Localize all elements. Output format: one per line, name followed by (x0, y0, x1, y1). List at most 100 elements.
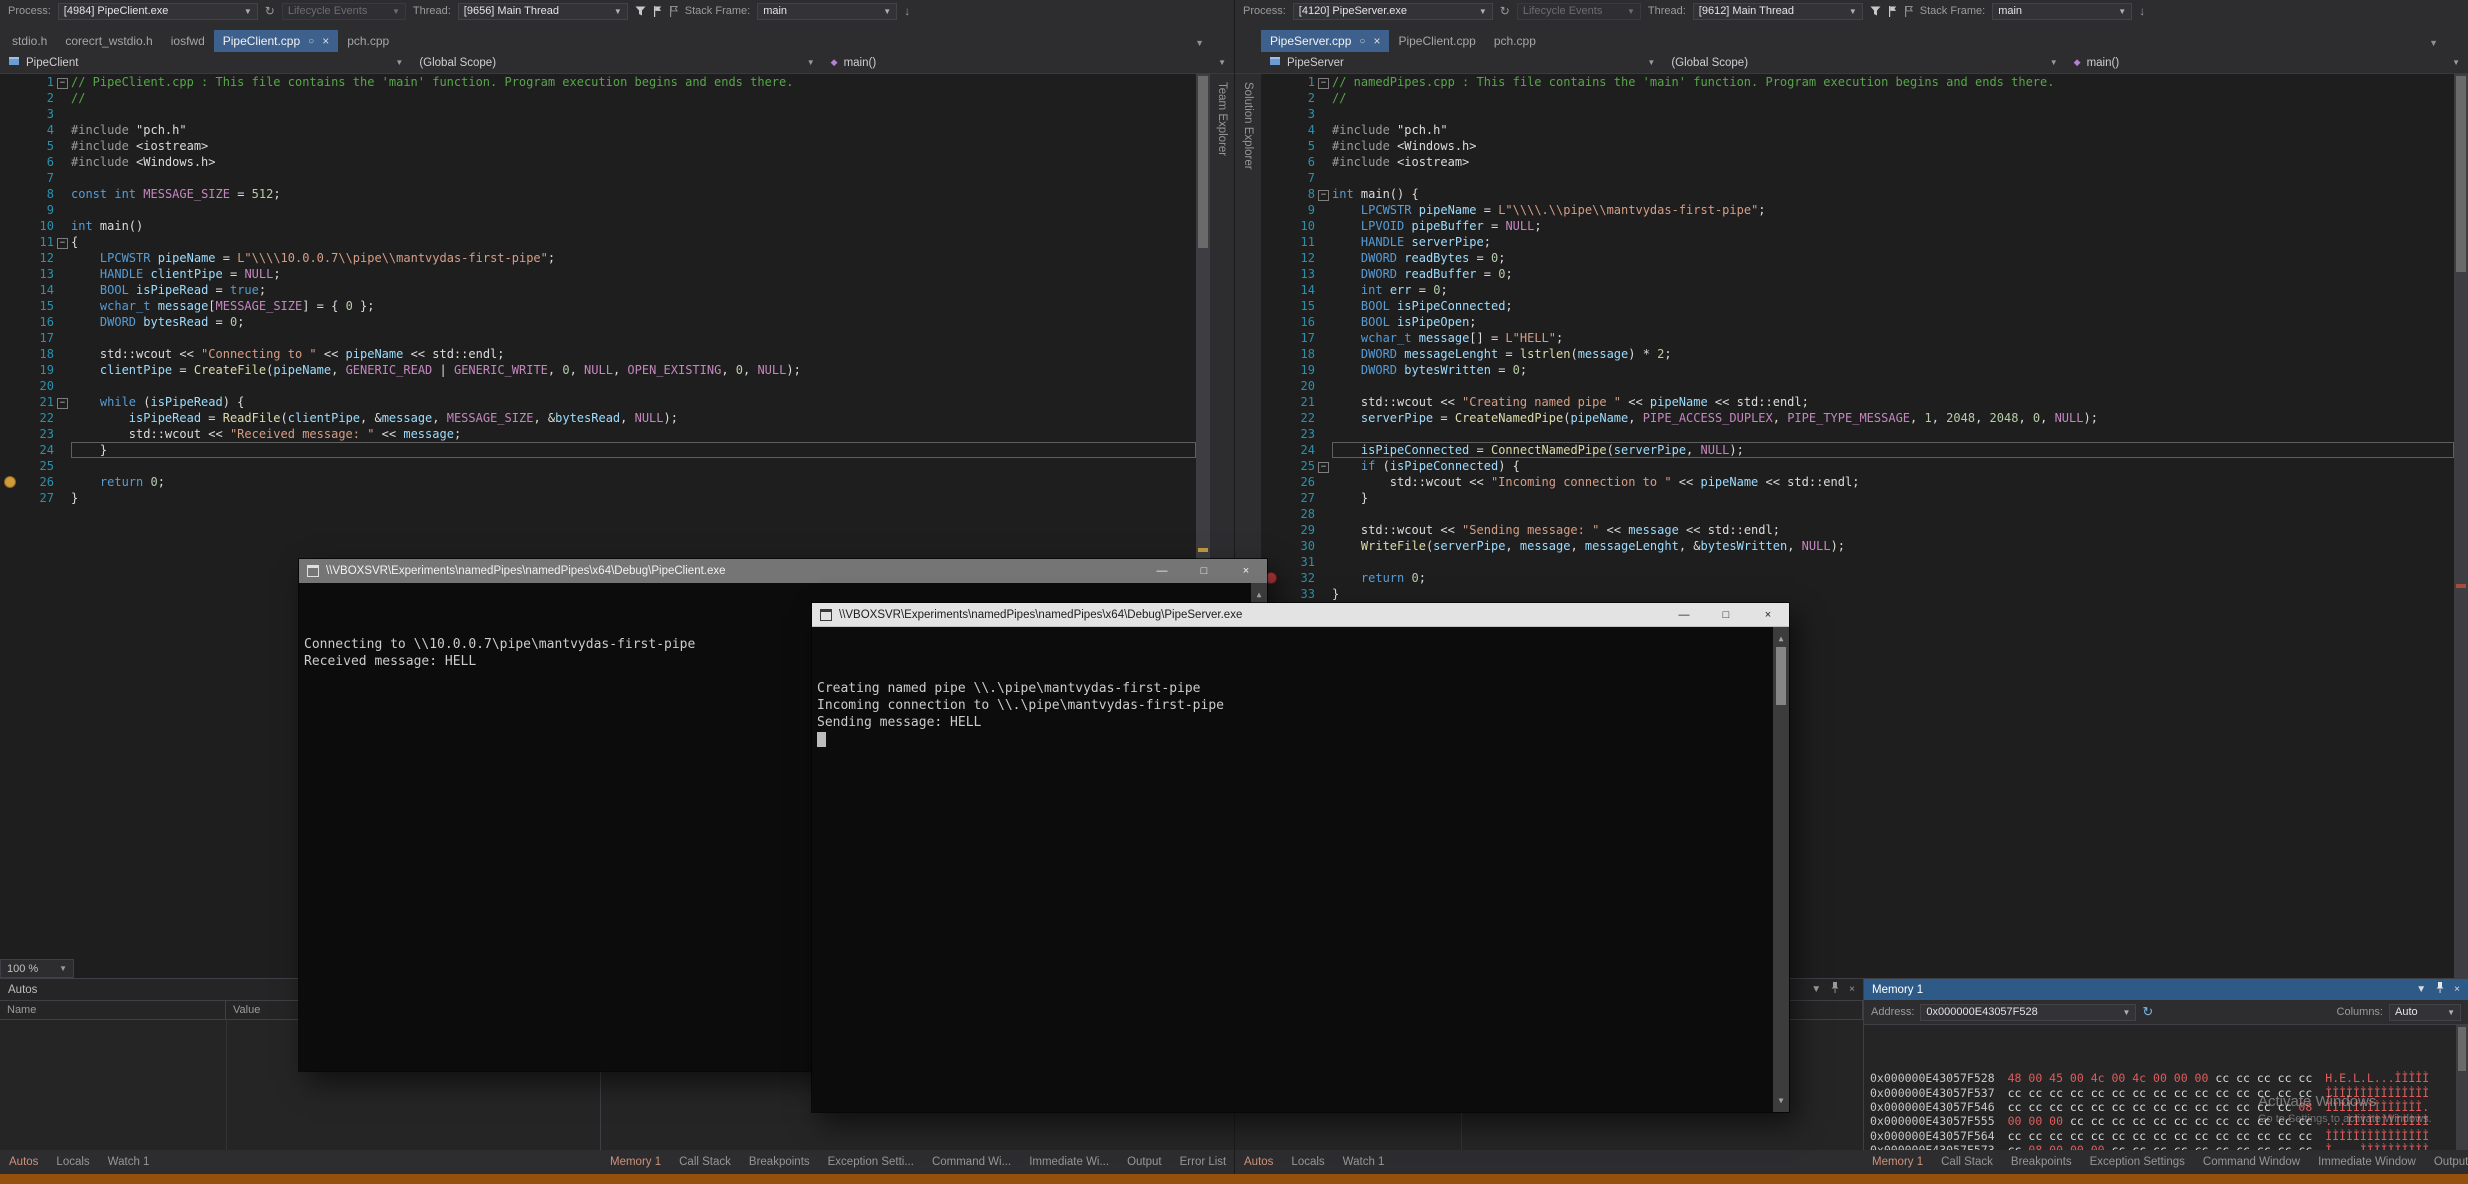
code-line[interactable]: 15 BOOL isPipeConnected; (1261, 298, 2454, 314)
panel-tab[interactable]: Autos (1235, 1156, 1282, 1168)
code-line[interactable]: 15 wchar_t message[MESSAGE_SIZE] = { 0 }… (0, 298, 1196, 314)
code-line[interactable]: 21− while (isPipeRead) { (0, 394, 1196, 410)
close-button[interactable]: × (1225, 559, 1267, 583)
console-title-bar[interactable]: \\VBOXSVR\Experiments\namedPipes\namedPi… (812, 603, 1789, 627)
filter-icon[interactable] (635, 6, 646, 16)
memory-panel-title-bar[interactable]: Memory 1 ▼ × (1864, 979, 2468, 1000)
thread-lifecycle-icon[interactable]: ↻ (1500, 4, 1510, 18)
fold-collapse-icon[interactable]: − (1315, 458, 1332, 474)
panel-tab[interactable]: Call Stack (670, 1156, 740, 1168)
code-line[interactable]: 5#include <iostream> (0, 138, 1196, 154)
stack-nav-icon[interactable]: ↓ (904, 4, 910, 18)
keep-open-icon[interactable]: ○ (308, 36, 314, 47)
scroll-down-icon[interactable]: ▼ (1779, 1092, 1784, 1109)
code-line[interactable]: 26 std::wcout << "Incoming connection to… (1261, 474, 2454, 490)
scroll-up-icon[interactable]: ▲ (1257, 586, 1262, 603)
code-line[interactable]: 23 std::wcout << "Received message: " <<… (0, 426, 1196, 442)
scope-dropdown[interactable]: (Global Scope) ▼ (1663, 52, 2065, 73)
code-line[interactable]: 3 (1261, 106, 2454, 122)
code-line[interactable]: 10int main() (0, 218, 1196, 234)
code-line[interactable]: 11−{ (0, 234, 1196, 250)
code-line[interactable]: 17 wchar_t message[] = L"HELL"; (1261, 330, 2454, 346)
column-header-name[interactable]: Name (0, 1001, 226, 1019)
document-tab[interactable]: iosfwd (162, 30, 214, 52)
stack-nav-icon[interactable]: ↓ (2139, 4, 2145, 18)
scope-dropdown[interactable]: (Global Scope) ▼ (411, 52, 822, 73)
code-line[interactable]: 24 isPipeConnected = ConnectNamedPipe(se… (1261, 442, 2454, 458)
code-line[interactable]: 6#include <Windows.h> (0, 154, 1196, 170)
minimize-button[interactable]: — (1663, 603, 1705, 626)
scrollbar-thumb[interactable] (1198, 76, 1208, 248)
breakpoint-indicator[interactable] (4, 476, 16, 488)
project-dropdown[interactable]: PipeClient ▼ (0, 52, 411, 73)
code-line[interactable]: 20 (1261, 378, 2454, 394)
fold-collapse-icon[interactable]: − (54, 74, 71, 90)
editor-zoom-control[interactable]: 100 % ▼ (0, 959, 74, 978)
panel-tab[interactable]: Memory 1 (601, 1156, 670, 1168)
document-tab[interactable]: corecrt_wstdio.h (56, 30, 161, 52)
code-line[interactable]: 24 } (0, 442, 1196, 458)
panel-tab[interactable]: Watch 1 (99, 1156, 159, 1168)
code-line[interactable]: 10 LPVOID pipeBuffer = NULL; (1261, 218, 2454, 234)
document-tab[interactable]: PipeServer.cpp○× (1261, 30, 1389, 52)
close-icon[interactable]: × (1849, 984, 1855, 995)
project-dropdown[interactable]: PipeServer ▼ (1261, 52, 1663, 73)
code-line[interactable]: 28 (1261, 506, 2454, 522)
panel-tab[interactable]: Breakpoints (740, 1156, 819, 1168)
flag-outline-icon[interactable] (1904, 6, 1913, 17)
stack-frame-dropdown[interactable]: main ▼ (757, 3, 897, 20)
code-line[interactable]: 13 HANDLE clientPipe = NULL; (0, 266, 1196, 282)
stack-frame-dropdown[interactable]: main ▼ (1992, 3, 2132, 20)
code-line[interactable]: 17 (0, 330, 1196, 346)
scroll-up-icon[interactable]: ▲ (1779, 630, 1784, 647)
code-line[interactable]: 11 HANDLE serverPipe; (1261, 234, 2454, 250)
refresh-icon[interactable]: ↻ (2142, 1004, 2153, 1020)
pin-icon[interactable] (2435, 982, 2445, 997)
document-tab[interactable]: pch.cpp (1485, 30, 1545, 52)
member-dropdown[interactable]: ◆ main() ▼ (2066, 52, 2468, 73)
maximize-button[interactable]: □ (1705, 603, 1747, 626)
code-line[interactable]: 16 BOOL isPipeOpen; (1261, 314, 2454, 330)
code-line[interactable]: 18 DWORD messageLenght = lstrlen(message… (1261, 346, 2454, 362)
maximize-button[interactable]: □ (1183, 559, 1225, 583)
code-line[interactable]: 7 (0, 170, 1196, 186)
panel-tab[interactable]: Exception Setti... (819, 1156, 923, 1168)
address-input[interactable]: 0x000000E43057F528 ▼ (1920, 1004, 2136, 1021)
code-line[interactable]: 8const int MESSAGE_SIZE = 512; (0, 186, 1196, 202)
code-line[interactable]: 21 std::wcout << "Creating named pipe " … (1261, 394, 2454, 410)
code-line[interactable]: 3 (0, 106, 1196, 122)
memory-grid[interactable]: 0x000000E43057F52848 00 45 00 4c 00 4c 0… (1864, 1025, 2468, 1150)
document-tab[interactable]: stdio.h (3, 30, 56, 52)
code-line[interactable]: 9 LPCWSTR pipeName = L"\\\\.\\pipe\\mant… (1261, 202, 2454, 218)
code-line[interactable]: 25− if (isPipeConnected) { (1261, 458, 2454, 474)
panel-tab[interactable]: Output (2425, 1156, 2468, 1168)
code-line[interactable]: 14 BOOL isPipeRead = true; (0, 282, 1196, 298)
close-icon[interactable]: × (2454, 984, 2460, 995)
chevron-down-icon[interactable]: ▼ (1811, 984, 1821, 995)
flag-icon[interactable] (653, 6, 662, 17)
flag-icon[interactable] (1888, 6, 1897, 17)
close-tab-icon[interactable]: × (1373, 34, 1380, 48)
close-button[interactable]: × (1747, 603, 1789, 626)
scrollbar-thumb[interactable] (1776, 647, 1786, 705)
console-title-bar[interactable]: \\VBOXSVR\Experiments\namedPipes\namedPi… (299, 559, 1267, 583)
document-tab[interactable]: PipeClient.cpp (1389, 30, 1484, 52)
code-line[interactable]: 23 (1261, 426, 2454, 442)
panel-tab[interactable]: Output (1118, 1156, 1171, 1168)
panel-tab[interactable]: Breakpoints (2002, 1156, 2081, 1168)
panel-tab[interactable]: Exception Settings (2081, 1156, 2194, 1168)
console-output[interactable]: ▲ ▼ Creating named pipe \\.\pipe\mantvyd… (812, 627, 1789, 1112)
code-line[interactable]: 7 (1261, 170, 2454, 186)
code-line[interactable]: 26 return 0; (0, 474, 1196, 490)
code-line[interactable]: 14 int err = 0; (1261, 282, 2454, 298)
code-line[interactable]: 27 } (1261, 490, 2454, 506)
editor-scrollbar[interactable] (2454, 74, 2468, 978)
fold-collapse-icon[interactable]: − (1315, 74, 1332, 90)
document-tab[interactable]: PipeClient.cpp○× (214, 30, 338, 52)
code-line[interactable]: 8−int main() { (1261, 186, 2454, 202)
tab-list-chevron-icon[interactable]: ▼ (2429, 38, 2438, 48)
chevron-down-icon[interactable]: ▼ (2416, 984, 2426, 995)
code-line[interactable]: 30 WriteFile(serverPipe, message, messag… (1261, 538, 2454, 554)
thread-dropdown[interactable]: [9612] Main Thread ▼ (1693, 3, 1863, 20)
code-line[interactable]: 32 return 0; (1261, 570, 2454, 586)
